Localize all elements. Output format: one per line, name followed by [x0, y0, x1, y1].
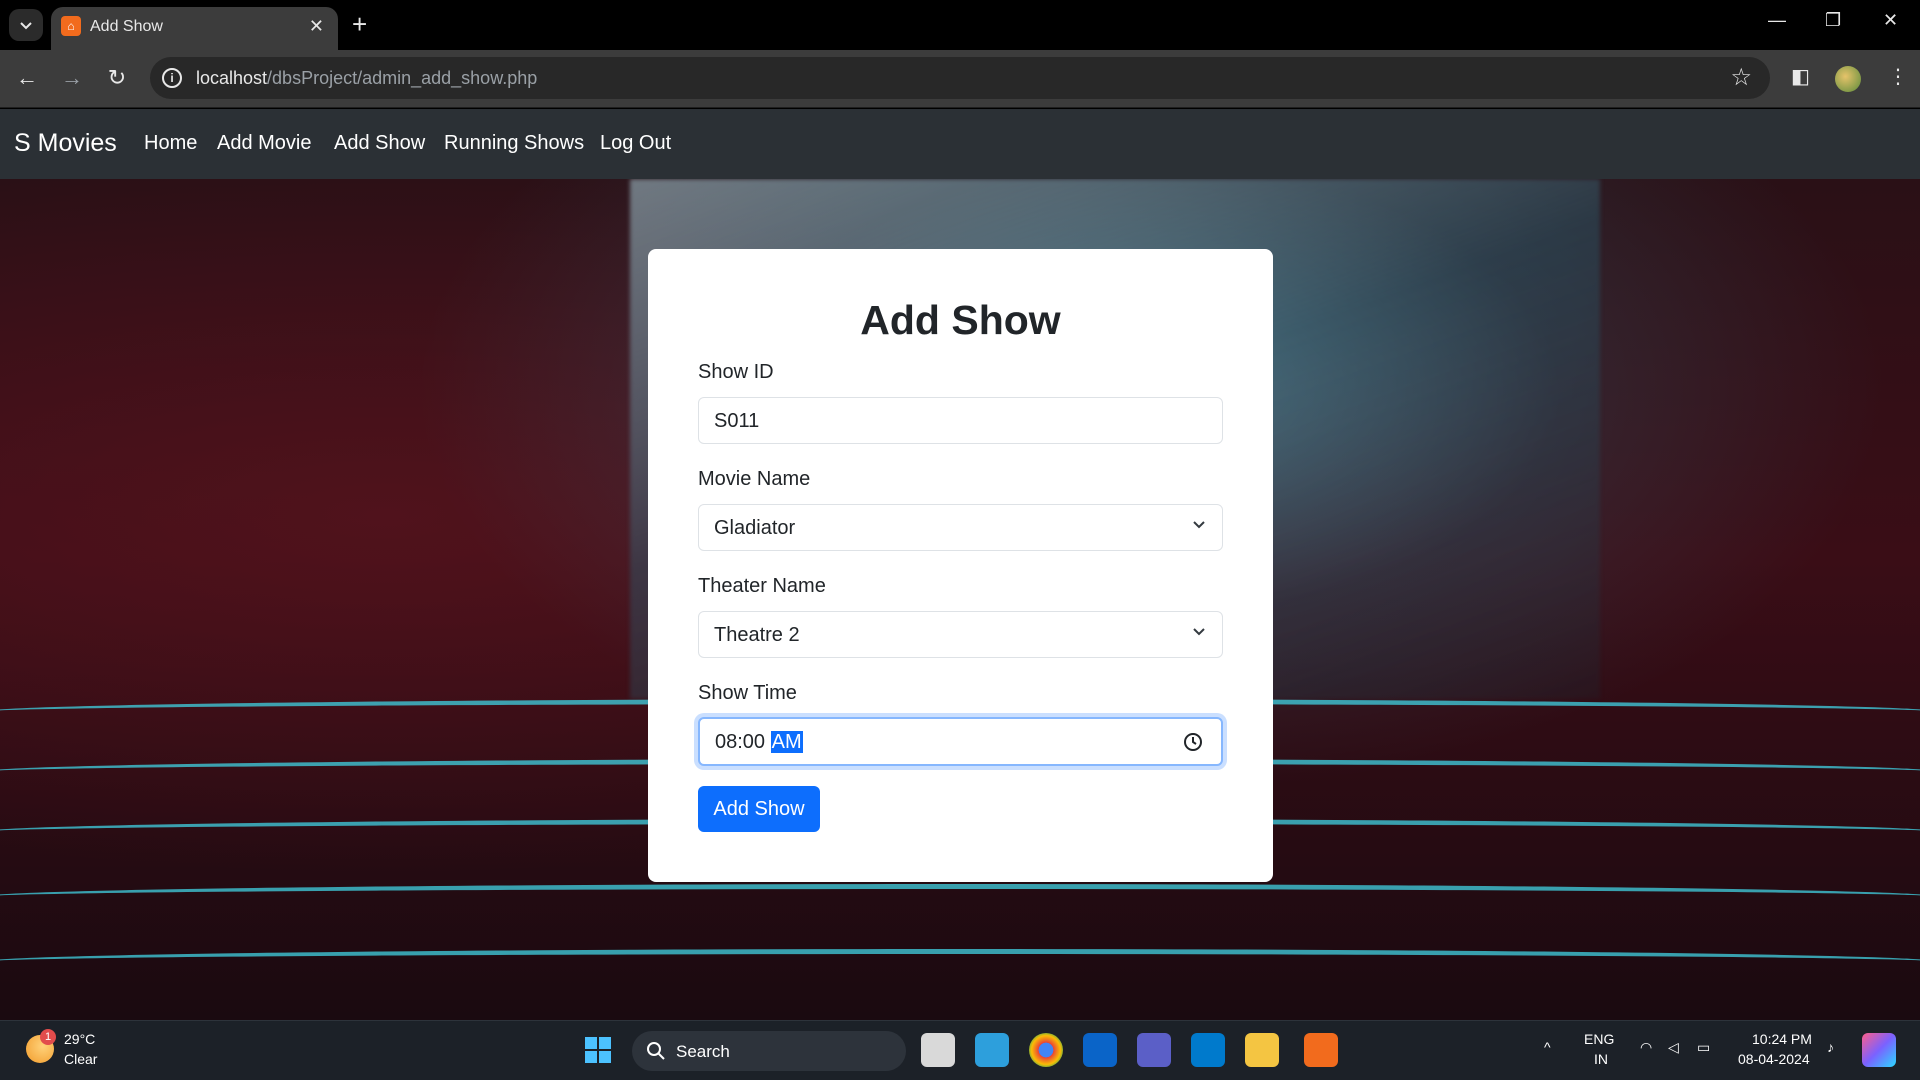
url-host: localhost: [196, 68, 268, 88]
movie-name-label: Movie Name: [698, 468, 811, 490]
browser-tab-active[interactable]: ⌂ Add Show ✕: [51, 7, 338, 50]
bell-icon[interactable]: ♪: [1827, 1039, 1834, 1055]
address-bar[interactable]: i localhost/dbsProject/admin_add_show.ph…: [150, 57, 1770, 99]
chevron-down-icon: [1193, 628, 1205, 636]
browser-tab-strip: ⌂ Add Show ✕ + — ❐ ✕: [0, 0, 1920, 50]
nav-log-out[interactable]: Log Out: [600, 132, 671, 155]
clock-date[interactable]: 08-04-2024: [1738, 1051, 1810, 1067]
vscode-icon[interactable]: [1191, 1033, 1225, 1067]
xampp-favicon: ⌂: [61, 16, 81, 36]
chevron-down-icon: [1193, 521, 1205, 529]
search-icon: [647, 1042, 665, 1060]
nav-running-shows[interactable]: Running Shows: [444, 132, 584, 155]
seat-row: [0, 949, 1920, 975]
seat-row: [0, 884, 1920, 910]
language-bottom[interactable]: IN: [1594, 1051, 1608, 1067]
windows-start-icon[interactable]: [581, 1033, 615, 1067]
file-explorer-icon[interactable]: [1245, 1033, 1279, 1067]
theater-name-select[interactable]: Theatre 2: [698, 611, 1223, 658]
theater-name-label: Theater Name: [698, 575, 826, 597]
chrome-icon[interactable]: [1029, 1033, 1063, 1067]
close-tab-icon[interactable]: ✕: [309, 16, 324, 37]
minimize-icon[interactable]: —: [1768, 10, 1786, 31]
nav-home[interactable]: Home: [144, 132, 197, 155]
weather-condition[interactable]: Clear: [64, 1051, 97, 1067]
clock-icon[interactable]: [1183, 732, 1203, 752]
nav-add-movie[interactable]: Add Movie: [217, 132, 312, 155]
taskbar-search[interactable]: Search: [632, 1031, 906, 1071]
weather-badge: 1: [40, 1029, 56, 1045]
new-tab-plus-icon[interactable]: +: [352, 10, 367, 38]
profile-avatar[interactable]: [1835, 66, 1861, 92]
movie-name-value: Gladiator: [714, 517, 796, 539]
site-brand[interactable]: S Movies: [14, 129, 117, 158]
menu-dots-icon[interactable]: ⋮: [1888, 64, 1908, 89]
chevron-up-icon[interactable]: ^: [1544, 1039, 1551, 1055]
sidebar-icon[interactable]: ◧: [1791, 64, 1810, 89]
forward-arrow-icon[interactable]: →: [57, 63, 87, 93]
volume-icon[interactable]: ◁: [1668, 1039, 1679, 1056]
browser-toolbar: ← → ↻ i localhost/dbsProject/admin_add_s…: [0, 50, 1920, 108]
movie-name-select[interactable]: Gladiator: [698, 504, 1223, 551]
chevron-down-icon: [20, 22, 32, 30]
search-label: Search: [676, 1042, 730, 1061]
site-navbar: S Movies Home Add Movie Add Show Running…: [0, 109, 1920, 179]
back-arrow-icon[interactable]: ←: [12, 63, 42, 93]
form-title: Add Show: [860, 297, 1061, 343]
show-time-value: 08:00 AM: [715, 731, 803, 754]
tab-search-button[interactable]: [9, 9, 43, 41]
wifi-icon[interactable]: ◠: [1640, 1039, 1652, 1056]
nav-add-show[interactable]: Add Show: [334, 132, 425, 155]
battery-icon[interactable]: ▭: [1697, 1039, 1710, 1056]
url-path: /dbsProject/admin_add_show.php: [267, 68, 538, 88]
info-icon[interactable]: i: [162, 68, 182, 88]
teams-icon[interactable]: [1137, 1033, 1171, 1067]
show-id-label: Show ID: [698, 361, 774, 383]
show-id-value: S011: [714, 410, 760, 432]
restore-icon[interactable]: ❐: [1825, 10, 1841, 31]
star-icon[interactable]: ☆: [1730, 63, 1752, 92]
show-id-input[interactable]: S011: [698, 397, 1223, 444]
xampp-icon[interactable]: [1304, 1033, 1338, 1067]
show-time-period-selected[interactable]: AM: [770, 731, 803, 753]
add-show-button[interactable]: Add Show: [698, 786, 820, 832]
show-time-label: Show Time: [698, 682, 797, 704]
clock-time[interactable]: 10:24 PM: [1752, 1031, 1812, 1047]
url-text[interactable]: localhost/dbsProject/admin_add_show.php: [196, 68, 537, 89]
windows-taskbar: 1 29°C Clear Search ^ ENG IN ◠ ◁ ▭ 10:24…: [0, 1020, 1920, 1080]
copilot-icon[interactable]: [1862, 1033, 1896, 1067]
theater-name-value: Theatre 2: [714, 624, 800, 646]
reload-icon[interactable]: ↻: [102, 63, 132, 93]
weather-temp[interactable]: 29°C: [64, 1031, 95, 1047]
language-top[interactable]: ENG: [1584, 1031, 1614, 1047]
window-close-icon[interactable]: ✕: [1883, 10, 1898, 31]
desktop-icon[interactable]: [975, 1033, 1009, 1067]
add-show-card: Add Show Show ID S011 Movie Name Gladiat…: [648, 249, 1273, 882]
outlook-icon[interactable]: [1083, 1033, 1117, 1067]
show-time-input[interactable]: 08:00 AM: [698, 717, 1223, 766]
show-time-hours: 08:00: [715, 731, 766, 753]
task-view-icon[interactable]: [921, 1033, 955, 1067]
tab-title: Add Show: [90, 18, 163, 35]
